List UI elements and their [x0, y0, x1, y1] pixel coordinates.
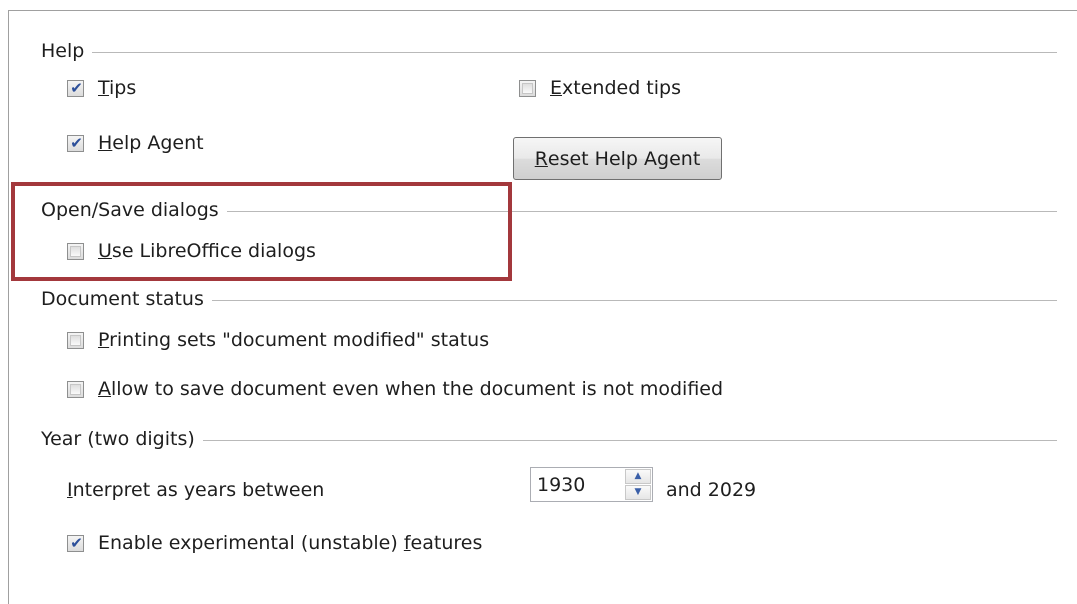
printing-sets-modified-label: Printing sets "document modified" status: [98, 329, 490, 351]
experimental-features-checkbox[interactable]: ✔ Enable experimental (unstable) feature…: [67, 530, 482, 556]
checkbox-box[interactable]: ✔: [67, 78, 84, 97]
tips-label: Tips: [98, 77, 137, 99]
help-agent-label: Help Agent: [98, 132, 204, 154]
start-year-input[interactable]: [531, 468, 621, 501]
checkmark-icon: ✔: [70, 78, 83, 97]
spin-up-icon[interactable]: ▲: [625, 469, 651, 484]
checkbox-box[interactable]: ✔: [67, 133, 84, 152]
start-year-spinbox[interactable]: ▲ ▼: [530, 467, 653, 502]
highlight-box: [11, 182, 512, 281]
section-divider: [92, 51, 1057, 53]
extended-tips-label: Extended tips: [550, 77, 681, 99]
panel-left-border: [8, 10, 9, 604]
help-section-header: Help: [41, 40, 1057, 62]
checkbox-box[interactable]: [67, 380, 84, 398]
checkbox-box[interactable]: [67, 331, 84, 349]
year-section-header: Year (two digits): [41, 428, 1057, 450]
checkbox-box[interactable]: [519, 79, 536, 97]
experimental-features-label: Enable experimental (unstable) features: [98, 532, 483, 554]
options-panel: Help ✔ Tips Extended tips ✔ Help Agent R…: [0, 0, 1077, 604]
checkmark-icon: ✔: [70, 133, 83, 152]
document-status-section-header: Document status: [41, 288, 1057, 310]
help-section-title: Help: [41, 40, 85, 62]
year-section-title: Year (two digits): [41, 428, 195, 450]
end-year-label: and 2029: [666, 479, 757, 501]
section-divider: [211, 299, 1057, 301]
reset-help-agent-button[interactable]: Reset Help Agent: [513, 137, 722, 180]
document-status-section-title: Document status: [41, 288, 204, 310]
printing-sets-modified-checkbox[interactable]: Printing sets "document modified" status: [67, 327, 489, 353]
help-agent-checkbox[interactable]: ✔ Help Agent: [67, 130, 204, 156]
spin-down-icon[interactable]: ▼: [625, 485, 651, 500]
tips-checkbox[interactable]: ✔ Tips: [67, 75, 136, 101]
section-divider: [202, 439, 1057, 441]
allow-save-unmodified-label: Allow to save document even when the doc…: [98, 378, 724, 400]
panel-top-border: [8, 10, 1077, 11]
allow-save-unmodified-checkbox[interactable]: Allow to save document even when the doc…: [67, 376, 723, 402]
checkbox-box[interactable]: ✔: [67, 533, 84, 552]
extended-tips-checkbox[interactable]: Extended tips: [519, 75, 681, 101]
interpret-years-label: Interpret as years between: [67, 479, 325, 501]
checkmark-icon: ✔: [70, 533, 83, 552]
